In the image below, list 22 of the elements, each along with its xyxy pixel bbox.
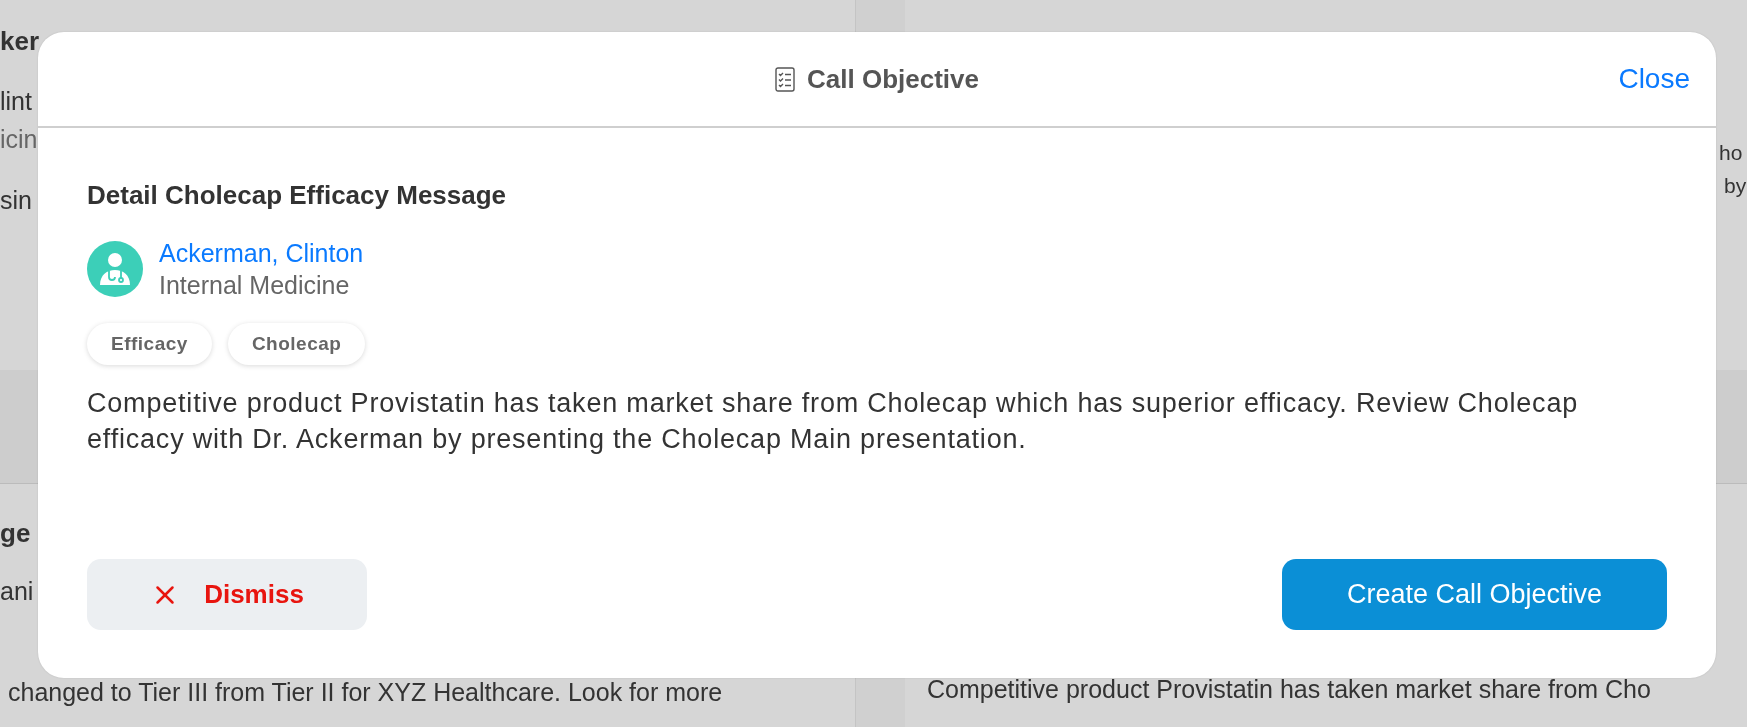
card-text: ho (1719, 140, 1743, 166)
close-button[interactable]: Close (1618, 58, 1690, 100)
tag-chip: Efficacy (87, 323, 212, 365)
card-text: ani (0, 576, 34, 607)
checklist-icon (775, 66, 795, 92)
contact-link[interactable]: Ackerman, Clinton (159, 237, 364, 269)
objective-description: Competitive product Provistatin has taken market share from Cholecap which has superior efficacy. Review Cholecap efficacy with Dr. Ackerman by presenting the Cholecap Main presentation. (87, 387, 1580, 456)
tag-chip: Cholecap (227, 323, 366, 365)
card-text: icin (0, 123, 38, 155)
dismiss-button[interactable]: Dismiss (87, 559, 367, 630)
dialog-title: Call Objective (807, 62, 979, 96)
card-text: sin (0, 185, 32, 216)
create-button[interactable]: Create Call Objective (1282, 559, 1667, 630)
card-text: changed to Tier III from Tier II for XYZ Healthcare. Look for more (8, 676, 723, 708)
card-text: Competitive product Provistatin has taken market share from Cho (927, 674, 1651, 705)
card-title: ker (0, 25, 40, 58)
card-text: by (1723, 173, 1747, 199)
objective-heading: Detail Cholecap Efficacy Message (87, 179, 508, 212)
card-title: ge (0, 517, 31, 550)
contact-specialty: Internal Medicine (159, 270, 351, 301)
card-text: lint (0, 86, 32, 117)
doctor-avatar-icon (87, 241, 143, 297)
